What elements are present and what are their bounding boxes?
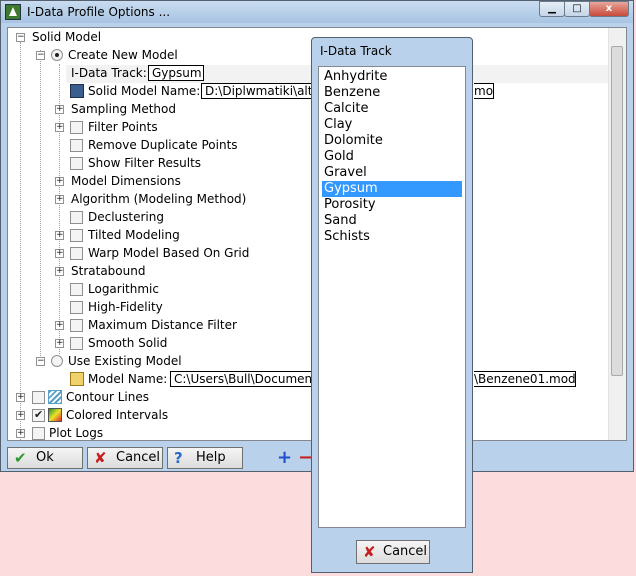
declustering-checkbox[interactable] <box>70 211 83 224</box>
list-item[interactable]: Anhydrite <box>322 69 462 85</box>
list-item[interactable]: Calcite <box>322 101 462 117</box>
expand-icon[interactable]: + <box>55 177 64 186</box>
help-button[interactable]: ? Help <box>167 447 243 469</box>
tree-item-show-filter-results[interactable]: Show Filter Results <box>8 154 608 172</box>
contour-lines-icon <box>48 390 62 404</box>
list-item[interactable]: Porosity <box>322 197 462 213</box>
window-title: I-Data Profile Options ... <box>27 5 171 19</box>
solid-model-name-field-end[interactable]: mod <box>474 83 494 99</box>
colored-intervals-checkbox[interactable] <box>32 406 45 424</box>
expand-icon[interactable]: + <box>55 105 64 114</box>
tree-item-maximum-distance-filter[interactable]: + Maximum Distance Filter <box>8 316 608 334</box>
tree-item-use-existing-model[interactable]: − Use Existing Model <box>8 352 608 370</box>
tree-item-high-fidelity[interactable]: High-Fidelity <box>8 298 608 316</box>
x-icon: ✘ <box>363 543 376 561</box>
expand-icon[interactable]: + <box>55 231 64 240</box>
tree-item-stratabound[interactable]: + Stratabound <box>8 262 608 280</box>
maximize-button[interactable]: □ <box>564 1 590 17</box>
cancel-button[interactable]: ✘ Cancel <box>87 447 163 469</box>
contour-lines-checkbox[interactable] <box>32 391 45 404</box>
collapse-icon[interactable]: − <box>36 51 45 60</box>
tree-item-contour-lines[interactable]: + Contour Lines <box>8 388 608 406</box>
tree-item-smooth-solid[interactable]: + Smooth Solid <box>8 334 608 352</box>
colored-intervals-icon <box>48 408 62 422</box>
expand-icon[interactable]: + <box>55 321 64 330</box>
tree-item-colored-intervals[interactable]: + Colored Intervals <box>8 406 608 424</box>
popup-title: I-Data Track <box>320 44 392 58</box>
expand-icon[interactable]: + <box>55 195 64 204</box>
expand-icon[interactable]: + <box>16 429 25 438</box>
list-item[interactable]: Clay <box>322 117 462 133</box>
tree-item-filter-points[interactable]: + Filter Points <box>8 118 608 136</box>
tilted-modeling-checkbox[interactable] <box>70 229 83 242</box>
maximum-distance-filter-checkbox[interactable] <box>70 319 83 332</box>
tree-item-logarithmic[interactable]: Logarithmic <box>8 280 608 298</box>
list-item[interactable]: Gravel <box>322 165 462 181</box>
close-button[interactable]: x <box>589 1 629 17</box>
list-item-selected[interactable]: Gypsum <box>322 181 462 197</box>
idata-track-list[interactable]: Anhydrite Benzene Calcite Clay Dolomite … <box>318 66 466 528</box>
expand-icon[interactable]: + <box>55 267 64 276</box>
list-item[interactable]: Benzene <box>322 85 462 101</box>
ok-button[interactable]: ✔ Ok <box>7 447 83 469</box>
x-icon: ✘ <box>94 449 107 467</box>
tree-item-plot-logs[interactable]: + Plot Logs <box>8 424 608 440</box>
tree-item-declustering[interactable]: Declustering <box>8 208 608 226</box>
scrollbar-thumb[interactable] <box>611 46 623 376</box>
list-item[interactable]: Gold <box>322 149 462 165</box>
remove-duplicate-points-checkbox[interactable] <box>70 139 83 152</box>
app-icon <box>5 4 21 20</box>
expand-icon[interactable]: + <box>16 411 25 420</box>
idata-track-field[interactable]: Gypsum <box>148 65 204 81</box>
tree-item-model-name[interactable]: Model Name: C:\Users\Bull\Documen \Benze… <box>8 370 608 388</box>
popup-cancel-button[interactable]: ✘ Cancel <box>356 540 430 564</box>
plus-icon[interactable]: + <box>277 447 292 469</box>
expand-icon[interactable]: + <box>55 123 64 132</box>
show-filter-results-checkbox[interactable] <box>70 157 83 170</box>
filter-points-checkbox[interactable] <box>70 121 83 134</box>
tree-item-tilted-modeling[interactable]: + Tilted Modeling <box>8 226 608 244</box>
plot-logs-checkbox[interactable] <box>32 427 45 440</box>
create-new-model-radio[interactable] <box>51 49 63 61</box>
collapse-icon[interactable]: − <box>16 33 25 42</box>
model-name-field[interactable]: C:\Users\Bull\Documen <box>170 371 312 387</box>
tree-item-idata-track[interactable]: I-Data Track: Gypsum <box>8 64 608 82</box>
expand-icon[interactable]: + <box>55 249 64 258</box>
list-item[interactable]: Schists <box>322 229 462 245</box>
vertical-scrollbar[interactable] <box>608 28 626 440</box>
checkmark-icon: ✔ <box>14 449 27 467</box>
list-item[interactable]: Sand <box>322 213 462 229</box>
list-item[interactable]: Dolomite <box>322 133 462 149</box>
smooth-solid-checkbox[interactable] <box>70 337 83 350</box>
tree-item-warp-model[interactable]: + Warp Model Based On Grid <box>8 244 608 262</box>
title-bar[interactable]: I-Data Profile Options ... ▁ □ x <box>1 1 633 23</box>
expand-icon[interactable]: + <box>16 393 25 402</box>
solid-model-name-field[interactable]: D:\Diplwmatiki\alts <box>201 83 311 99</box>
idata-track-popup: I-Data Track Anhydrite Benzene Calcite C… <box>311 37 473 573</box>
collapse-icon[interactable]: − <box>36 357 45 366</box>
tree-item-remove-duplicate-points[interactable]: Remove Duplicate Points <box>8 136 608 154</box>
logarithmic-checkbox[interactable] <box>70 283 83 296</box>
folder-icon <box>70 372 84 386</box>
floppy-disk-icon <box>70 84 84 98</box>
expand-icon[interactable]: + <box>55 339 64 348</box>
tree-item-sampling-method[interactable]: + Sampling Method <box>8 100 608 118</box>
tree-item-algorithm[interactable]: + Algorithm (Modeling Method) <box>8 190 608 208</box>
minimize-button[interactable]: ▁ <box>539 1 565 17</box>
model-name-field-end[interactable]: \Benzene01.mod <box>474 371 576 387</box>
warp-model-checkbox[interactable] <box>70 247 83 260</box>
high-fidelity-checkbox[interactable] <box>70 301 83 314</box>
tree-item-solid-model-name[interactable]: Solid Model Name: D:\Diplwmatiki\alts mo… <box>8 82 608 100</box>
use-existing-model-radio[interactable] <box>51 355 63 367</box>
tree-item-solid-model[interactable]: − Solid Model <box>8 28 608 46</box>
question-mark-icon: ? <box>174 449 183 467</box>
tree-item-create-new-model[interactable]: − Create New Model <box>8 46 608 64</box>
tree-item-model-dimensions[interactable]: + Model Dimensions <box>8 172 608 190</box>
